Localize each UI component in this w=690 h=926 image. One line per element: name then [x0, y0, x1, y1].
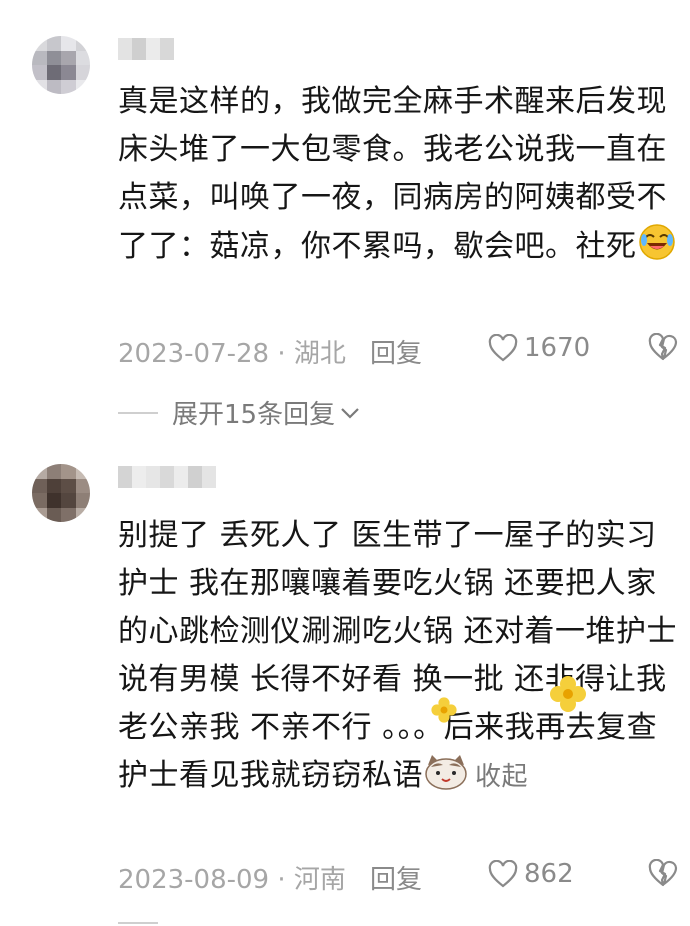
dislike-button[interactable]: [648, 858, 678, 894]
comment-date: 2023-08-09: [118, 865, 270, 895]
flower-sticker-icon: [550, 676, 586, 712]
expand-replies-label: 展开15条回复: [172, 400, 336, 430]
heart-outline-icon: [488, 334, 518, 362]
username[interactable]: [118, 38, 174, 60]
username[interactable]: [118, 466, 216, 488]
expand-replies[interactable]: 展开15条回复: [118, 394, 361, 431]
avatar[interactable]: [32, 36, 90, 94]
comment-meta: 2023-08-09 · 河南 回复 862: [118, 858, 678, 899]
laughing-crying-emoji: [638, 224, 675, 260]
comment-location: 湖北: [293, 339, 346, 369]
like-button[interactable]: 862: [488, 859, 574, 889]
comment-date: 2023-07-28: [118, 339, 270, 369]
collapse-button[interactable]: 收起: [475, 762, 528, 792]
expand-replies-cutoff: [118, 918, 358, 926]
cat-emoji: [425, 755, 467, 790]
broken-heart-icon: [648, 858, 678, 887]
like-count: 1670: [524, 333, 591, 363]
reply-button[interactable]: 回复: [370, 333, 422, 370]
comment-meta: 2023-07-28 · 湖北 回复 1670: [118, 332, 678, 373]
broken-heart-icon: [648, 332, 678, 361]
dislike-button[interactable]: [648, 332, 678, 368]
comment-text: 别提了 丢死人了 医生带了一屋子的实习护士 我在那嚷嚷着要吃火锅 还要把人家的心…: [118, 518, 678, 793]
flower-sticker-icon: [431, 697, 457, 723]
avatar[interactable]: [32, 464, 90, 522]
comment-location: 河南: [293, 865, 346, 895]
heart-outline-icon: [488, 860, 518, 888]
chevron-down-icon: [341, 407, 359, 419]
reply-button[interactable]: 回复: [370, 859, 422, 896]
like-button[interactable]: 1670: [488, 333, 590, 363]
comment-text: 真是这样的，我做完全麻手术醒来后发现床头堆了一大包零食。我老公说我一直在点菜，叫…: [118, 78, 678, 271]
like-count: 862: [524, 859, 574, 889]
